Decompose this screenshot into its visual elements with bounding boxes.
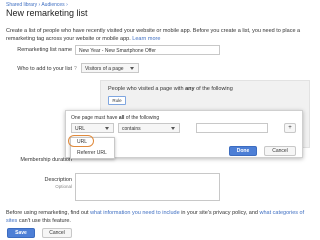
intro-text: Create a list of people who have recentl… [6,28,312,43]
learn-more-link[interactable]: Learn more [132,36,160,42]
footer-text-after: can't use this feature. [18,217,71,224]
dialog-cancel-button[interactable]: Cancel [264,146,296,156]
operator-select[interactable]: contains [118,123,180,133]
rule-chip[interactable]: Rule [108,96,126,105]
chevron-down-icon [105,127,109,130]
save-button[interactable]: Save [7,228,35,238]
membership-duration-label: Membership duration [20,157,72,163]
panel-text-suffix: of the following [196,86,233,92]
who-to-add-select[interactable]: Visitors of a page [81,63,139,73]
selection-highlight-ring [68,135,94,147]
panel-text-any: any [185,86,195,92]
field-select[interactable]: URL [71,123,114,133]
dropdown-option-referrer-url[interactable]: Referrer URL [77,150,107,156]
footer-text-mid: in your site's privacy policy, and [181,210,258,216]
description-label: Description [44,177,72,183]
dialog-title-prefix: One page must have [71,115,118,121]
dialog-title-all: all [118,115,125,121]
description-textarea[interactable] [75,173,220,201]
who-to-add-value: Visitors of a page [85,65,124,72]
privacy-info-link[interactable]: what information you need to include [90,210,180,216]
description-optional-hint: Optional [55,184,72,189]
list-name-label: Remarketing list name [17,47,72,53]
page-title: New remarketing list [6,8,88,18]
dialog-title: One page must have all of the following [71,115,159,121]
list-name-input[interactable]: New Year - New Smartphone Offer [75,45,220,55]
cancel-button[interactable]: Cancel [42,228,72,238]
footer-text-before: Before using remarketing, find out [6,210,89,216]
value-input[interactable] [196,123,268,133]
dialog-title-suffix: of the following [125,115,160,121]
add-condition-button[interactable]: + [284,123,296,133]
chevron-down-icon [130,67,134,70]
privacy-note: Before using remarketing, find out what … [6,210,312,225]
who-to-add-label: Who to add to your list [17,66,72,72]
field-select-value: URL [75,125,86,132]
done-button[interactable]: Done [229,146,257,156]
chevron-down-icon [171,127,175,130]
rule-panel-text: People who visited a page with any of th… [108,86,233,92]
operator-select-value: contains [122,125,141,132]
help-icon[interactable]: ? [74,66,77,72]
panel-text-prefix: People who visited a page with [108,86,184,92]
